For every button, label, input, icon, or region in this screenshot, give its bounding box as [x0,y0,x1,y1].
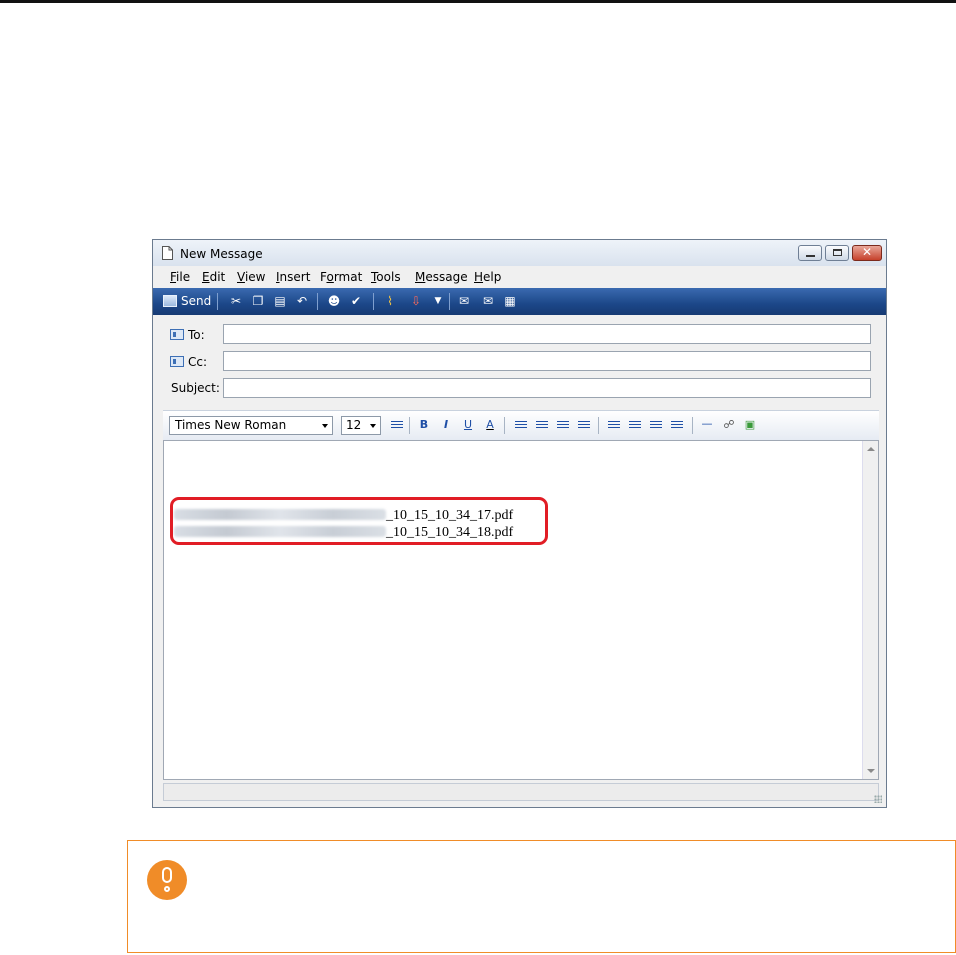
font-color-button[interactable]: A [483,417,497,433]
formatting-toolbar: Times New Roman 12 B I U A — ☍ ▣ [163,410,879,440]
close-icon: ✕ [861,245,873,259]
minimize-button[interactable] [798,245,822,261]
bold-button[interactable]: B [417,417,431,433]
copy-icon[interactable]: ❐ [251,294,265,308]
toolbar-separator [692,417,693,434]
message-body[interactable]: _10_15_10_34_17.pdf _10_15_10_34_18.pdf [163,440,879,780]
increase-indent-icon[interactable] [578,421,590,430]
resize-grip-icon[interactable] [874,795,882,803]
status-panel [163,783,879,801]
attach-icon[interactable]: ⌇ [383,294,397,308]
new-message-icon [162,246,173,260]
menu-format[interactable]: Format [320,270,362,284]
font-select[interactable]: Times New Roman [169,416,333,435]
paste-icon[interactable]: ▤ [273,294,287,308]
sign-icon[interactable]: ✉ [457,294,471,308]
decrease-indent-icon[interactable] [557,421,569,430]
underline-button[interactable]: U [461,417,475,433]
align-center-icon[interactable] [629,421,641,430]
menu-view[interactable]: View [237,270,265,284]
check-names-icon[interactable]: ☻ [327,294,341,308]
close-button[interactable]: ✕ [852,245,882,261]
window-title: New Message [180,247,263,261]
attention-note [127,840,956,953]
new-message-window: New Message ✕ File Edit View Insert Form… [152,239,887,808]
toolbar-separator [449,293,450,310]
toolbar-separator [217,293,218,310]
scroll-up-icon[interactable] [867,447,875,451]
menu-help[interactable]: Help [474,270,501,284]
menu-edit[interactable]: Edit [202,270,225,284]
cc-button[interactable]: Cc: [170,355,207,369]
toolbar-separator [373,293,374,310]
address-book-icon [170,329,184,340]
chevron-down-icon [370,424,376,428]
toolbar-separator [504,417,505,434]
numbered-list-icon[interactable] [515,421,527,430]
insert-picture-icon[interactable]: ▣ [743,417,757,433]
paragraph-style-icon[interactable] [391,421,403,430]
minimize-icon [806,255,815,257]
subject-label: Subject: [171,381,220,395]
to-button[interactable]: To: [170,328,205,342]
italic-button[interactable]: I [439,417,453,433]
menu-message[interactable]: Message [415,270,468,284]
send-button[interactable]: Send [163,294,211,308]
align-left-icon[interactable] [608,421,620,430]
title-bar[interactable]: New Message ✕ [153,240,886,266]
spelling-icon[interactable]: ✔ [349,294,363,308]
main-toolbar: Send ✂ ❐ ▤ ↶ ☻ ✔ ⌇ ⇩ ▼ ✉ ✉ ▦ [153,288,886,315]
toolbar-separator [598,417,599,434]
align-right-icon[interactable] [650,421,662,430]
status-bar [153,780,886,807]
undo-icon[interactable]: ↶ [295,294,309,308]
vertical-scrollbar[interactable] [862,441,878,779]
cc-field[interactable] [223,351,871,371]
scroll-down-icon[interactable] [867,769,875,773]
priority-dropdown-icon[interactable]: ▼ [431,294,445,308]
highlight-ring [170,497,548,545]
send-icon [163,295,177,307]
bulleted-list-icon[interactable] [536,421,548,430]
hyperlink-icon[interactable]: ☍ [722,417,736,433]
font-size-select[interactable]: 12 [341,416,381,435]
chevron-down-icon [322,424,328,428]
menu-file[interactable]: File [170,270,190,284]
justify-icon[interactable] [671,421,683,430]
to-field[interactable] [223,324,871,344]
priority-icon[interactable]: ⇩ [409,294,423,308]
encrypt-icon[interactable]: ✉ [481,294,495,308]
menu-bar: File Edit View Insert Format Tools Messa… [153,266,886,288]
address-book-icon [170,356,184,367]
horizontal-line-icon[interactable]: — [700,416,714,432]
toolbar-separator [409,417,410,434]
page-top-rule [0,0,956,3]
cut-icon[interactable]: ✂ [229,294,243,308]
toolbar-separator [317,293,318,310]
maximize-button[interactable] [825,245,849,261]
menu-tools[interactable]: Tools [371,270,401,284]
menu-insert[interactable]: Insert [276,270,310,284]
maximize-icon [833,249,842,256]
subject-field[interactable] [223,378,871,398]
offline-icon[interactable]: ▦ [503,294,517,308]
attention-icon [147,860,187,900]
